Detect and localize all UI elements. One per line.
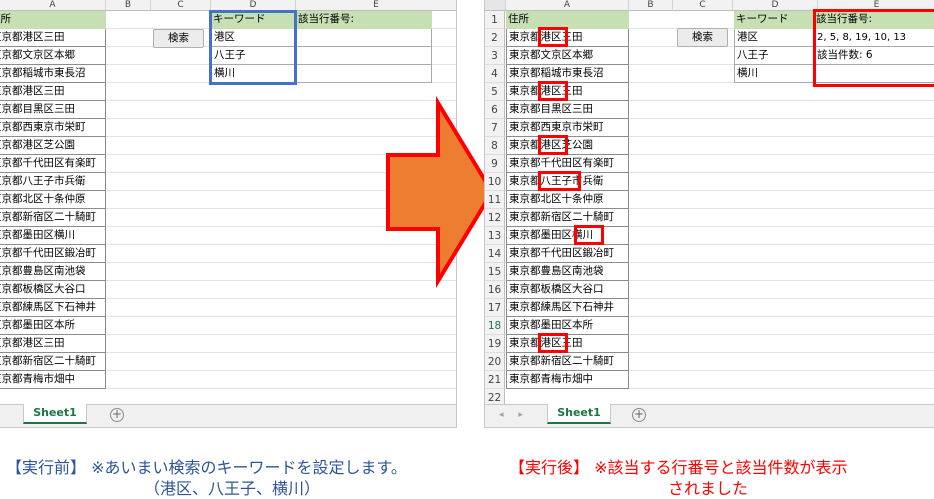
address-cell[interactable]: 東京都新宿区二十騎町 [506,353,629,371]
address-cell[interactable]: 東京都練馬区下石神井 [0,299,106,317]
search-button[interactable]: 検索 [677,28,728,47]
row-number[interactable]: 1 [485,11,505,29]
row-number[interactable]: 6 [485,101,505,119]
match-highlight-row-19 [538,333,568,353]
row-number[interactable]: 9 [485,155,505,173]
address-cell[interactable]: 東京都豊島区南池袋 [506,263,629,281]
column-header-b[interactable]: B [106,0,151,11]
keyword-cell-3[interactable]: 横川 [734,65,814,83]
keyword-highlight-box [209,10,297,85]
match-highlight-row-5 [538,81,568,101]
address-cell[interactable]: 東京都墨田区横川 [506,227,629,245]
result-cell-2[interactable] [296,47,432,65]
address-cell[interactable]: 東京都豊島区南池袋 [0,263,106,281]
column-header-a[interactable]: A [506,0,629,11]
address-cell[interactable]: 東京都港区三田 [0,335,106,353]
sheet-tab-sheet1[interactable]: Sheet1 [547,404,611,424]
address-cell[interactable]: 東京都千代田区鍛冶町 [0,245,106,263]
address-cell[interactable]: 東京都板橋区大谷口 [506,281,629,299]
row-number[interactable]: 18 [485,317,505,335]
row-number[interactable]: 11 [485,191,505,209]
arrow-right-icon [386,95,495,289]
address-cell[interactable]: 東京都文京区本郷 [506,47,629,65]
address-cell[interactable]: 東京都北区十条仲原 [506,191,629,209]
address-cell[interactable]: 東京都千代田区有楽町 [0,155,106,173]
sheet-tab-sheet1[interactable]: Sheet1 [23,404,87,424]
corner-header [485,0,506,11]
row-number[interactable]: 17 [485,299,505,317]
result-cell-1[interactable] [296,29,432,47]
column-header-a[interactable]: A [0,0,106,11]
column-header-e[interactable]: E [296,0,456,11]
row-number[interactable]: 15 [485,263,505,281]
caption-after-line1: 【実行後】 ※該当する行番号と該当件数が表示 [509,458,848,477]
address-cell[interactable]: 東京都八王子市兵衛 [0,173,106,191]
row-number[interactable]: 20 [485,353,505,371]
row-number[interactable]: 3 [485,47,505,65]
row-number[interactable]: 5 [485,83,505,101]
address-cell[interactable]: 東京都新宿区二十騎町 [0,353,106,371]
column-header-c[interactable]: C [673,0,733,11]
address-cell[interactable]: 東京都港区三田 [0,29,106,47]
caption-after-line2: されました [668,479,749,498]
match-highlight-row-10 [538,171,581,191]
address-cell[interactable]: 東京都港区三田 [0,83,106,101]
search-button[interactable]: 検索 [153,29,204,48]
address-cell[interactable]: 東京都新宿区二十騎町 [0,209,106,227]
address-cell[interactable]: 東京都青梅市畑中 [506,371,629,389]
row-number[interactable]: 12 [485,209,505,227]
add-sheet-icon[interactable]: + [632,408,646,422]
result-highlight-box [813,9,934,87]
row-number[interactable]: 10 [485,173,505,191]
row-number[interactable]: 2 [485,29,505,47]
keyword-cell-1[interactable]: 港区 [734,29,814,47]
caption-before-line2: （港区、八王子、横川） [144,479,321,498]
match-highlight-row-8 [538,135,568,155]
sheet-tab-bar: Sheet1 + [0,404,456,427]
address-header-cell[interactable]: 住所 [0,11,106,29]
address-cell[interactable]: 東京都板橋区大谷口 [0,281,106,299]
address-cell[interactable]: 東京都港区芝公園 [0,137,106,155]
row-number[interactable]: 14 [485,245,505,263]
address-cell[interactable]: 東京都青梅市畑中 [0,371,106,389]
address-cell[interactable]: 東京都北区十条仲原 [0,191,106,209]
add-sheet-icon[interactable]: + [110,408,124,422]
keyword-cell-2[interactable]: 八王子 [734,47,814,65]
keyword-header-cell[interactable]: キーワード [734,11,814,29]
match-highlight-row-2 [538,27,568,47]
address-cell[interactable]: 東京都文京区本郷 [0,47,106,65]
row-number[interactable]: 16 [485,281,505,299]
caption-before-line1: 【実行前】 ※あいまい検索のキーワードを設定します。 [6,458,407,477]
result-header-cell[interactable]: 該当行番号: [296,11,432,29]
spreadsheet-after: A B C D E 1 2 3 4 5 6 7 8 9 10 11 12 13 14 15 16 17 18 19 2… [484,0,934,428]
sheet-tab-bar: ◂ ▸ Sheet1 + [485,404,934,427]
row-number[interactable]: 21 [485,371,505,389]
row-number[interactable]: 7 [485,119,505,137]
column-header-d[interactable]: D [733,0,818,11]
row-number[interactable]: 8 [485,137,505,155]
address-cell[interactable]: 東京都目黒区三田 [506,101,629,119]
row-number[interactable]: 4 [485,65,505,83]
address-cell[interactable]: 東京都墨田区本所 [0,317,106,335]
row-number[interactable]: 13 [485,227,505,245]
sheet-nav-arrows[interactable]: ◂ ▸ [499,410,529,420]
address-cell[interactable]: 東京都目黒区三田 [0,101,106,119]
match-highlight-row-13 [574,225,604,245]
address-cell[interactable]: 東京都西東京市栄町 [0,119,106,137]
address-cell[interactable]: 東京都稲城市東長沼 [0,65,106,83]
address-cell[interactable]: 東京都練馬区下石神井 [506,299,629,317]
row-number[interactable]: 19 [485,335,505,353]
column-header-b[interactable]: B [629,0,673,11]
address-cell[interactable]: 東京都新宿区二十騎町 [506,209,629,227]
address-cell[interactable]: 東京都千代田区鍛冶町 [506,245,629,263]
address-cell[interactable]: 東京都墨田区横川 [0,227,106,245]
column-header-c[interactable]: C [151,0,211,11]
result-cell-3[interactable] [296,65,432,83]
